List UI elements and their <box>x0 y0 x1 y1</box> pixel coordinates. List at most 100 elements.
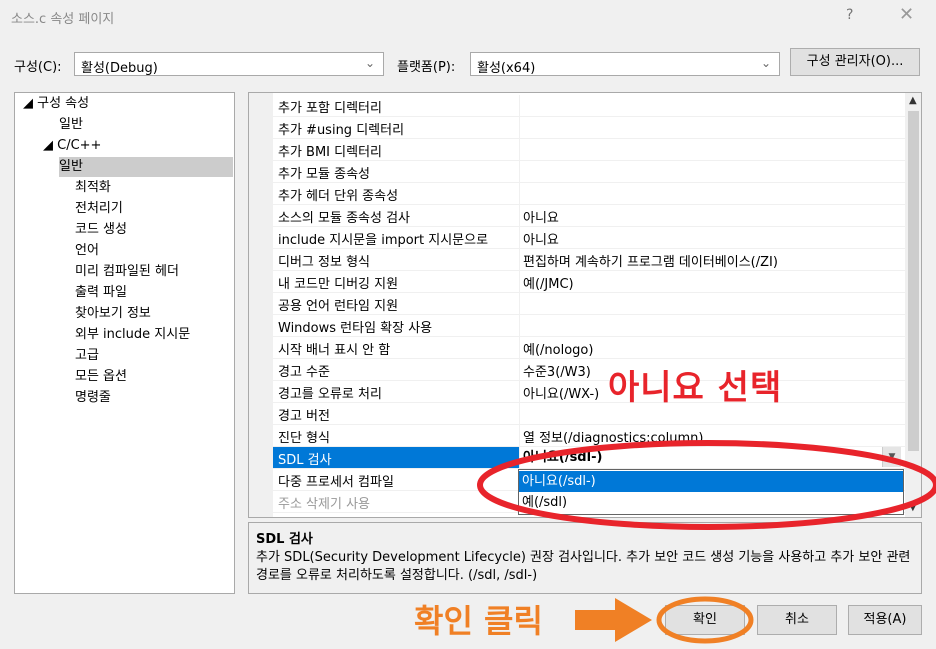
tree-item-external-include[interactable]: 외부 include 지시문 <box>75 325 190 345</box>
tree-item-pch[interactable]: 미리 컴파일된 헤더 <box>75 262 179 282</box>
tree-item-output[interactable]: 출력 파일 <box>75 283 127 303</box>
ok-button[interactable]: 확인 <box>665 605 745 635</box>
property-row[interactable]: 경고 버전 <box>273 403 905 425</box>
annotation-select-no: 아니요 선택 <box>608 368 783 408</box>
tree-item-cpp[interactable]: ◢ C/C++ <box>43 136 101 156</box>
config-value: 활성(Debug) <box>81 61 158 76</box>
property-name: 추가 #using 디렉터리 <box>278 123 405 138</box>
chevron-down-icon: ⌄ <box>760 56 771 70</box>
property-name: 추가 BMI 디렉터리 <box>278 145 382 160</box>
tree-item-all-options[interactable]: 모든 옵션 <box>75 367 127 387</box>
property-value[interactable]: 아니요(/sdl-) <box>520 447 905 468</box>
property-row[interactable]: 추가 포함 디렉터리 <box>273 95 905 117</box>
column-divider <box>519 205 520 227</box>
tree-item-language[interactable]: 언어 <box>75 241 99 261</box>
config-manager-button[interactable]: 구성 관리자(O)... <box>790 48 920 76</box>
tree-item-cpp-general[interactable]: 일반 <box>59 157 233 177</box>
property-tree: ◢ 구성 속성 일반 ◢ C/C++ 일반 최적화 전처리기 코드 생성 언어 … <box>14 92 235 594</box>
dropdown-option-no[interactable]: 아니요(/sdl-) <box>519 471 903 492</box>
property-name: 주소 삭제기 사용 <box>278 497 370 512</box>
close-button[interactable]: ✕ <box>899 4 914 25</box>
property-name: 다중 프로세서 컴파일 <box>278 475 394 490</box>
column-divider <box>519 161 520 183</box>
scroll-down-icon[interactable]: ▼ <box>909 502 917 513</box>
dropdown-arrow-icon[interactable]: ▼ <box>882 447 901 467</box>
property-row[interactable]: 진단 형식 열 정보(/diagnostics:column) <box>273 425 905 447</box>
annotation-click-ok: 확인 클릭 <box>414 602 543 640</box>
config-label: 구성(C): <box>14 60 62 75</box>
chevron-down-icon: ⌄ <box>364 56 375 70</box>
property-row[interactable]: 공용 언어 런타임 지원 <box>273 293 905 315</box>
cancel-button[interactable]: 취소 <box>757 605 837 635</box>
apply-button[interactable]: 적용(A) <box>848 605 922 635</box>
window-title: 소스.c 속성 페이지 <box>11 12 115 27</box>
column-divider <box>519 337 520 359</box>
tree-item-browse[interactable]: 찾아보기 정보 <box>75 304 151 324</box>
property-row[interactable]: include 지시문을 import 지시문으로 아니요 <box>273 227 905 249</box>
property-name: 내 코드만 디버깅 지원 <box>278 277 399 292</box>
property-row[interactable]: 내 코드만 디버깅 지원 예(/JMC) <box>273 271 905 293</box>
column-divider <box>519 117 520 139</box>
property-value: 아니요(/WX-) <box>523 387 600 402</box>
column-divider <box>519 315 520 337</box>
arrow-icon <box>575 598 652 642</box>
property-row[interactable]: Windows 런타임 확장 사용 <box>273 315 905 337</box>
tree-item-general[interactable]: 일반 <box>59 115 83 135</box>
tree-item-advanced[interactable]: 고급 <box>75 346 99 366</box>
property-name: 추가 모듈 종속성 <box>278 167 370 182</box>
tree-item-code-gen[interactable]: 코드 생성 <box>75 220 127 240</box>
column-divider <box>519 95 520 117</box>
property-value: 예(/nologo) <box>523 343 594 358</box>
column-divider <box>519 227 520 249</box>
property-value: 예(/JMC) <box>523 277 574 292</box>
property-name: 경고 수준 <box>278 365 330 380</box>
property-name: 추가 포함 디렉터리 <box>278 101 382 116</box>
platform-label: 플랫폼(P): <box>397 60 456 75</box>
property-name: 경고 버전 <box>278 409 330 424</box>
title-bar: 소스.c 속성 페이지 ? ✕ <box>0 0 936 34</box>
property-name: SDL 검사 <box>278 453 332 468</box>
property-row[interactable]: 경고 수준 수준3(/W3) <box>273 359 905 381</box>
dropdown-option-yes[interactable]: 예(/sdl) <box>519 492 903 513</box>
property-row[interactable]: 시작 배너 표시 안 함 예(/nologo) <box>273 337 905 359</box>
property-value: 편집하며 계속하기 프로그램 데이터베이스(/ZI) <box>523 255 778 270</box>
tree-item-config-props[interactable]: ◢ 구성 속성 <box>23 94 89 114</box>
column-divider <box>519 425 520 447</box>
sdl-dropdown-list: 아니요(/sdl-) 예(/sdl) <box>518 469 904 515</box>
grid-scrollbar[interactable]: ▲ ▼ <box>905 93 921 517</box>
property-name: 디버그 정보 형식 <box>278 255 370 270</box>
property-row[interactable]: 디버그 정보 형식 편집하며 계속하기 프로그램 데이터베이스(/ZI) <box>273 249 905 271</box>
scroll-up-icon[interactable]: ▲ <box>909 95 917 106</box>
platform-value: 활성(x64) <box>477 61 536 76</box>
property-row[interactable]: 소스의 모듈 종속성 검사 아니요 <box>273 205 905 227</box>
tree-item-command-line[interactable]: 명령줄 <box>75 388 111 408</box>
property-name: 진단 형식 <box>278 431 330 446</box>
property-value: 수준3(/W3) <box>523 365 591 380</box>
description-body: 추가 SDL(Security Development Lifecycle) 권… <box>256 550 911 583</box>
tree-item-preprocessor[interactable]: 전처리기 <box>75 199 123 219</box>
config-select[interactable]: 활성(Debug) ⌄ <box>74 52 384 76</box>
property-row[interactable]: 추가 BMI 디렉터리 <box>273 139 905 161</box>
property-row[interactable]: 추가 헤더 단위 종속성 <box>273 183 905 205</box>
property-grid: 추가 포함 디렉터리추가 #using 디렉터리추가 BMI 디렉터리추가 모듈… <box>248 92 922 518</box>
property-name: include 지시문을 import 지시문으로 <box>278 233 489 248</box>
property-row[interactable]: 경고를 오류로 처리 아니요(/WX-) <box>273 381 905 403</box>
property-name: Windows 런타임 확장 사용 <box>278 321 433 336</box>
property-row[interactable]: 추가 모듈 종속성 <box>273 161 905 183</box>
help-button[interactable]: ? <box>846 7 853 23</box>
property-name: 추가 헤더 단위 종속성 <box>278 189 399 204</box>
property-row[interactable]: 추가 #using 디렉터리 <box>273 117 905 139</box>
property-value: 아니요 <box>523 233 559 248</box>
property-row[interactable]: SDL 검사 아니요(/sdl-) <box>273 447 905 469</box>
property-value: 열 정보(/diagnostics:column) <box>523 431 704 446</box>
column-divider <box>519 359 520 381</box>
property-name: 경고를 오류로 처리 <box>278 387 382 402</box>
property-value: 아니요 <box>523 211 559 226</box>
tree-item-optimization[interactable]: 최적화 <box>75 178 111 198</box>
platform-select[interactable]: 활성(x64) ⌄ <box>470 52 780 76</box>
column-divider <box>519 381 520 403</box>
description-title: SDL 검사 <box>256 532 313 547</box>
column-divider <box>519 403 520 425</box>
scroll-thumb[interactable] <box>908 111 919 451</box>
property-name: 소스의 모듈 종속성 검사 <box>278 211 410 226</box>
